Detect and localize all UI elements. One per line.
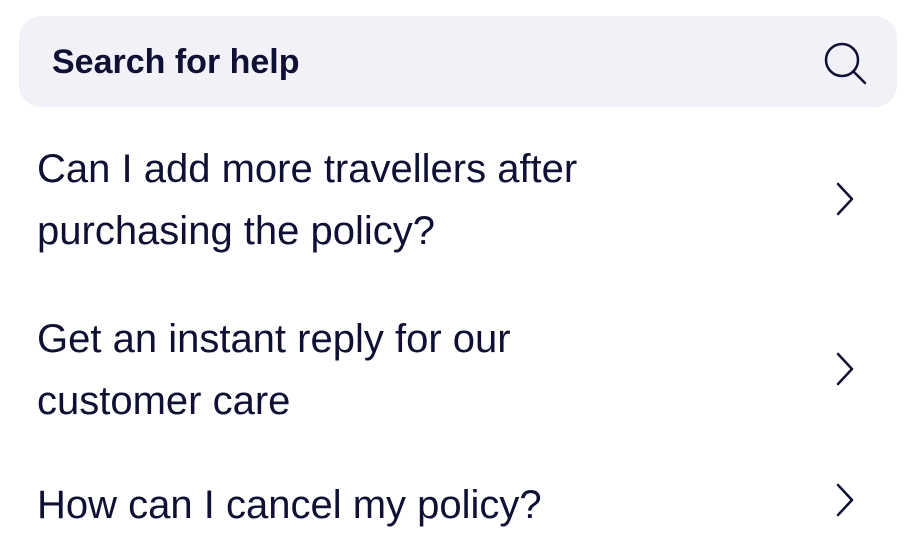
faq-item-add-travellers[interactable]: Can I add more travellers after purchasi…: [0, 138, 916, 262]
faq-question-line: customer care: [37, 379, 291, 423]
search-icon[interactable]: [823, 41, 867, 85]
faq-question-text: Get an instant reply for our customer ca…: [37, 308, 511, 432]
faq-question-line: Get an instant reply for our: [37, 317, 511, 361]
faq-question-text: Can I add more travellers after purchasi…: [37, 138, 577, 262]
faq-item-instant-reply[interactable]: Get an instant reply for our customer ca…: [0, 308, 916, 432]
search-input[interactable]: Search for help: [52, 42, 300, 82]
faq-question-text: How can I cancel my policy?: [37, 474, 542, 536]
chevron-right-icon: [836, 182, 854, 216]
chevron-right-icon: [836, 352, 854, 386]
chevron-right-icon: [836, 483, 854, 517]
search-bar[interactable]: Search for help: [19, 16, 897, 107]
faq-question-line: purchasing the policy?: [37, 209, 436, 253]
faq-question-line: How can I cancel my policy?: [37, 483, 542, 527]
faq-item-cancel-policy[interactable]: How can I cancel my policy?: [0, 474, 916, 536]
faq-question-line: Can I add more travellers after: [37, 147, 578, 191]
